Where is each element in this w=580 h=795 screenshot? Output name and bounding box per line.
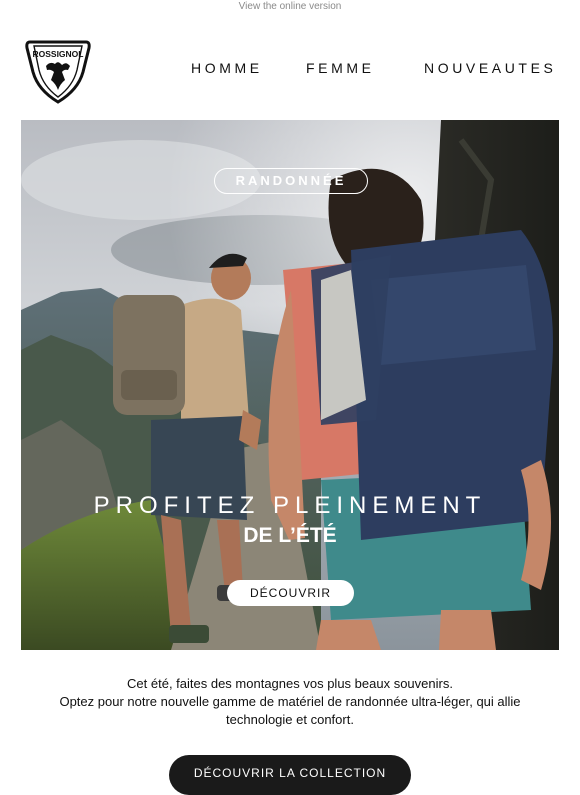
intro-text: Cet été, faites des montagnes vos plus b… [30,675,550,729]
main-nav: HOMME FEMME NOUVEAUTES [0,60,580,76]
nav-item-nouveautes[interactable]: NOUVEAUTES [424,60,556,76]
intro-line-2: Optez pour notre nouvelle gamme de matér… [59,694,521,727]
randonnee-tag-button[interactable]: RANDONNÉE [214,168,368,194]
online-version-bar: View the online version [0,0,580,14]
view-online-link[interactable]: View the online version [239,1,342,12]
decouvrir-button[interactable]: DÉCOUVRIR [227,580,354,606]
intro-line-1: Cet été, faites des montagnes vos plus b… [127,676,453,691]
discover-collection-button[interactable]: DÉCOUVRIR LA COLLECTION [169,755,411,795]
hero-subheadline: DE L’ÉTÉ [243,524,337,547]
hero-banner[interactable]: RANDONNÉE PROFITEZ PLEINEMENT DE L’ÉTÉ D… [21,120,559,650]
nav-item-homme[interactable]: HOMME [191,60,263,76]
nav-item-femme[interactable]: FEMME [306,60,375,76]
hero-headline: PROFITEZ PLEINEMENT [93,492,487,519]
hiking-photo [21,120,559,650]
svg-text:ROSSIGNOL: ROSSIGNOL [32,49,83,59]
